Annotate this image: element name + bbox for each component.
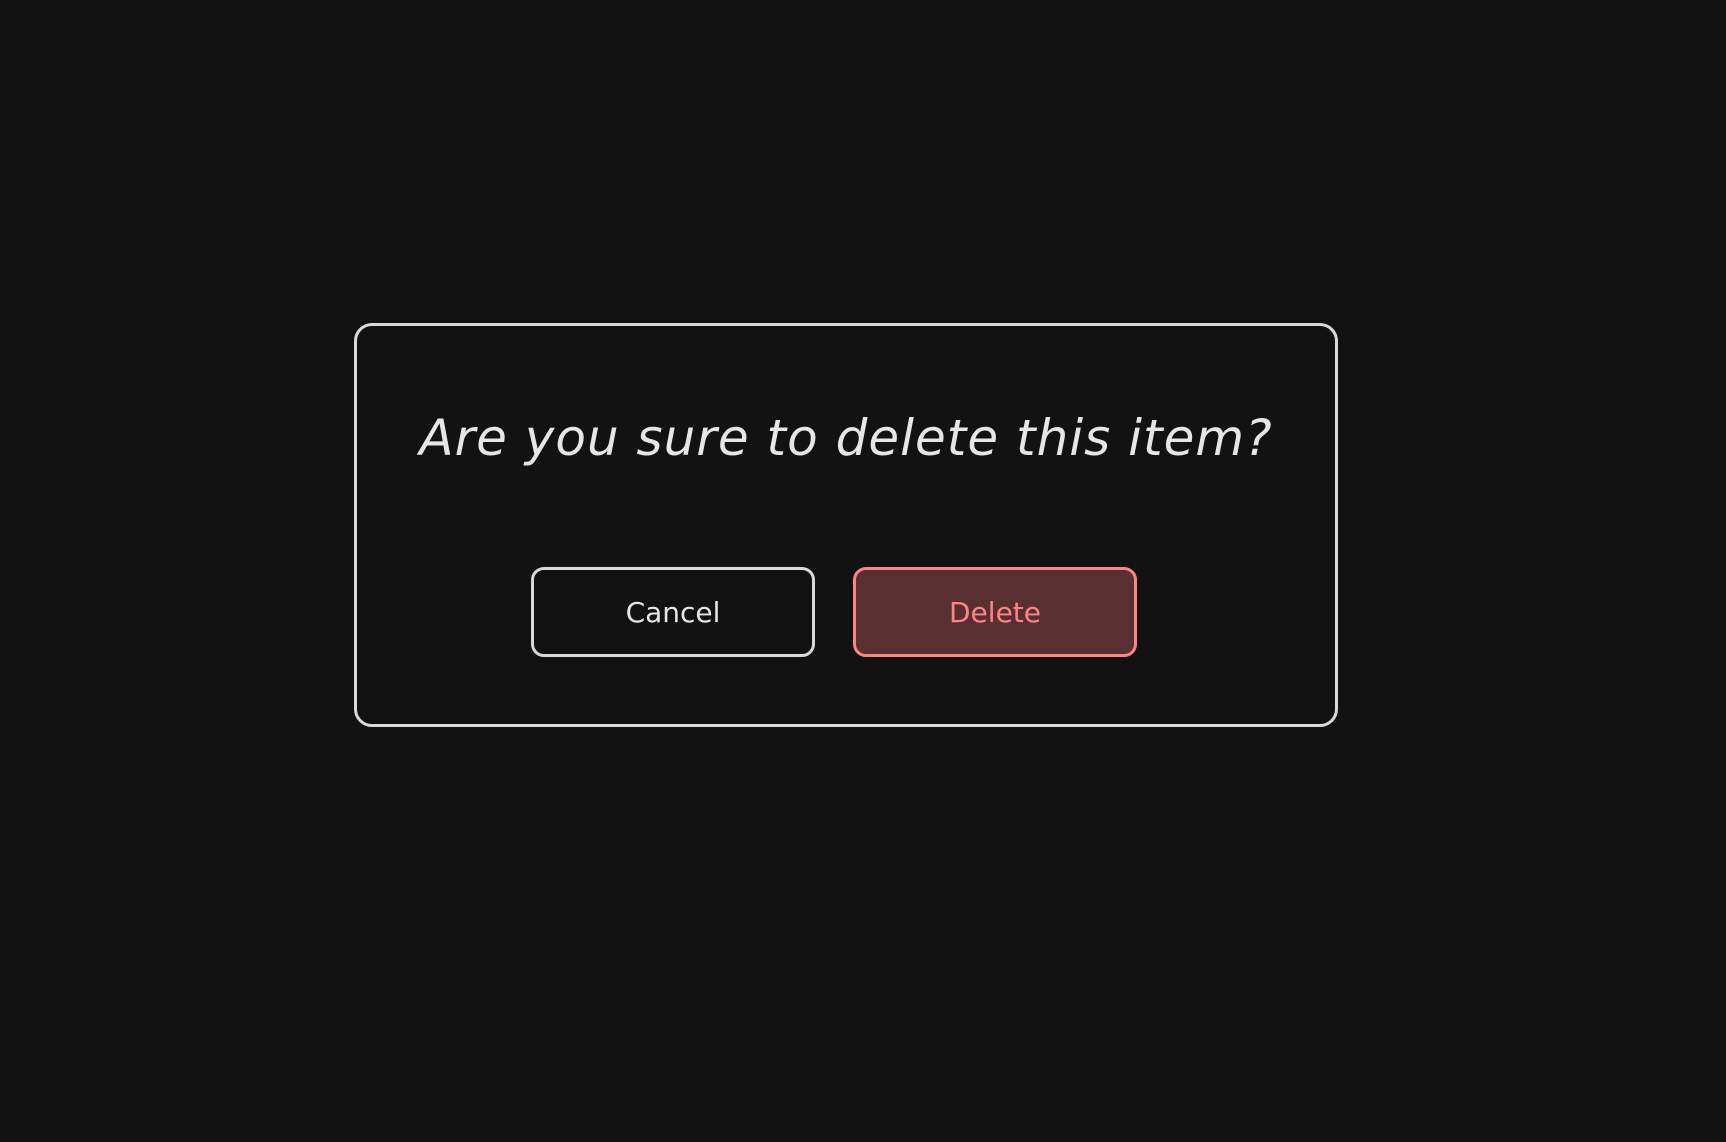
cancel-button[interactable]: Cancel	[531, 567, 815, 657]
confirm-delete-dialog: Are you sure to delete this item? Cancel…	[354, 323, 1338, 727]
delete-button[interactable]: Delete	[853, 567, 1137, 657]
dialog-message: Are you sure to delete this item?	[419, 409, 1273, 467]
